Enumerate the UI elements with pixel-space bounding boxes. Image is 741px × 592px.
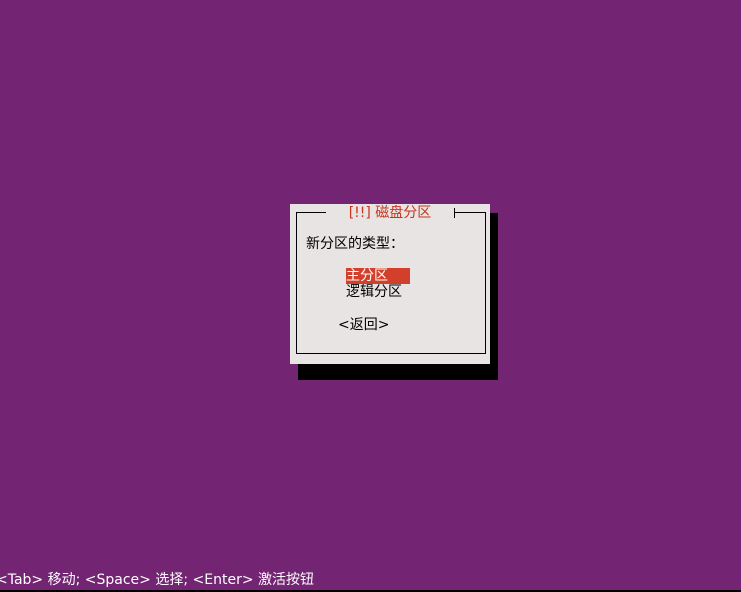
back-button[interactable]: <返回> (338, 316, 389, 334)
dialog-question: 新分区的类型： (306, 236, 404, 252)
option-logical-partition[interactable]: 逻辑分区 (346, 284, 402, 300)
dialog-title: [!!] 磁盘分区 (326, 204, 454, 222)
key-help-statusbar: <Tab> 移动; <Space> 选择; <Enter> 激活按钮 (0, 569, 741, 591)
partition-type-dialog: [!!] 磁盘分区 新分区的类型： 主分区 逻辑分区 <返回> (290, 204, 490, 364)
title-right-tick (454, 208, 455, 218)
option-primary-partition[interactable]: 主分区 (346, 268, 410, 284)
